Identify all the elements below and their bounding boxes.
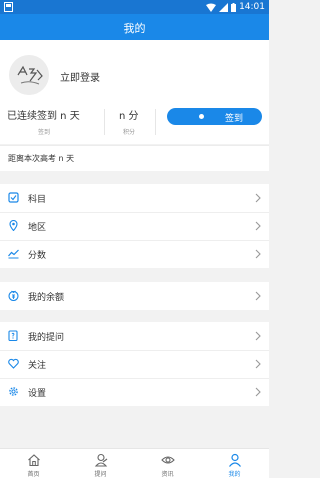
menu-item-my-questions[interactable]: 我的提问 <box>0 322 269 350</box>
signal-icon <box>219 2 229 12</box>
home-icon <box>28 454 40 467</box>
menu-item-label: 关注 <box>28 361 47 371</box>
avatar-logo-icon <box>9 55 49 95</box>
menu-group-preferences: 科目 地区 分数 <box>0 184 269 268</box>
tab-label: 我的 <box>228 471 241 478</box>
heart-icon <box>8 358 19 369</box>
menu-item-settings[interactable]: 设置 <box>0 378 269 406</box>
status-bar: 14:01 <box>0 0 269 14</box>
chart-line-icon <box>8 249 19 259</box>
gear-icon <box>9 387 18 396</box>
location-icon <box>9 220 18 231</box>
menu-item-subject[interactable]: 科目 <box>0 184 269 212</box>
tab-label: 资讯 <box>161 471 174 478</box>
menu-item-label: 我的提问 <box>28 333 65 343</box>
tab-label: 首页 <box>27 471 40 478</box>
exam-countdown: 距离本次高考 n 天 <box>0 145 269 171</box>
menu-item-label: 我的余额 <box>28 293 65 303</box>
status-time: 14:01 <box>239 2 265 12</box>
exam-countdown-text: 距离本次高考 n 天 <box>8 154 75 163</box>
sign-days-value: 已连续签到 n 天 <box>7 111 80 122</box>
subject-icon <box>8 192 19 203</box>
tab-news[interactable]: 资讯 <box>134 449 201 478</box>
stat-divider <box>155 109 156 135</box>
profile-card: 立即登录 已连续签到 n 天 签到 n 分 积分 <box>0 40 269 144</box>
chevron-right-icon <box>255 291 261 301</box>
bottom-tab-bar: 首页 提问 资讯 我的 <box>0 448 269 478</box>
menu-group-account: 我的提问 关注 设置 <box>0 322 269 406</box>
menu-item-score[interactable]: 分数 <box>0 240 269 268</box>
menu-item-label: 分数 <box>28 251 47 261</box>
tab-home[interactable]: 首页 <box>0 449 67 478</box>
chevron-right-icon <box>255 249 261 259</box>
chevron-right-icon <box>255 359 261 369</box>
chevron-right-icon <box>255 193 261 203</box>
menu-item-label: 科目 <box>28 195 47 205</box>
app-bar: 我的 <box>0 14 269 40</box>
points-value: n 分 <box>119 111 139 122</box>
wifi-icon <box>206 3 217 12</box>
chevron-right-icon <box>255 221 261 231</box>
sign-in-button[interactable]: 签到 <box>167 108 262 125</box>
chevron-right-icon <box>255 387 261 397</box>
menu-group-balance: 我的余额 <box>0 282 269 310</box>
menu-item-region[interactable]: 地区 <box>0 212 269 240</box>
stat-divider <box>104 109 105 135</box>
question-icon <box>8 330 18 341</box>
tab-ask[interactable]: 提问 <box>67 449 134 478</box>
tab-label: 提问 <box>94 471 107 478</box>
eye-icon <box>161 456 175 464</box>
chevron-right-icon <box>255 331 261 341</box>
menu-item-follow[interactable]: 关注 <box>0 350 269 378</box>
menu-item-balance[interactable]: 我的余额 <box>0 282 269 310</box>
points-label: 积分 <box>123 129 136 136</box>
tab-mine[interactable]: 我的 <box>201 449 268 478</box>
ask-icon <box>94 453 108 467</box>
app-notification-icon <box>4 2 13 12</box>
sign-in-button-label: 签到 <box>225 114 244 124</box>
wallet-icon <box>8 290 19 301</box>
avatar[interactable] <box>9 55 49 95</box>
page-title: 我的 <box>123 22 146 35</box>
menu-item-label: 设置 <box>28 389 47 399</box>
battery-icon <box>231 2 237 12</box>
user-icon <box>229 453 241 467</box>
login-link[interactable]: 立即登录 <box>60 69 100 84</box>
dot-icon <box>199 114 204 119</box>
sign-days-label: 签到 <box>38 129 51 136</box>
menu-item-label: 地区 <box>28 223 47 233</box>
